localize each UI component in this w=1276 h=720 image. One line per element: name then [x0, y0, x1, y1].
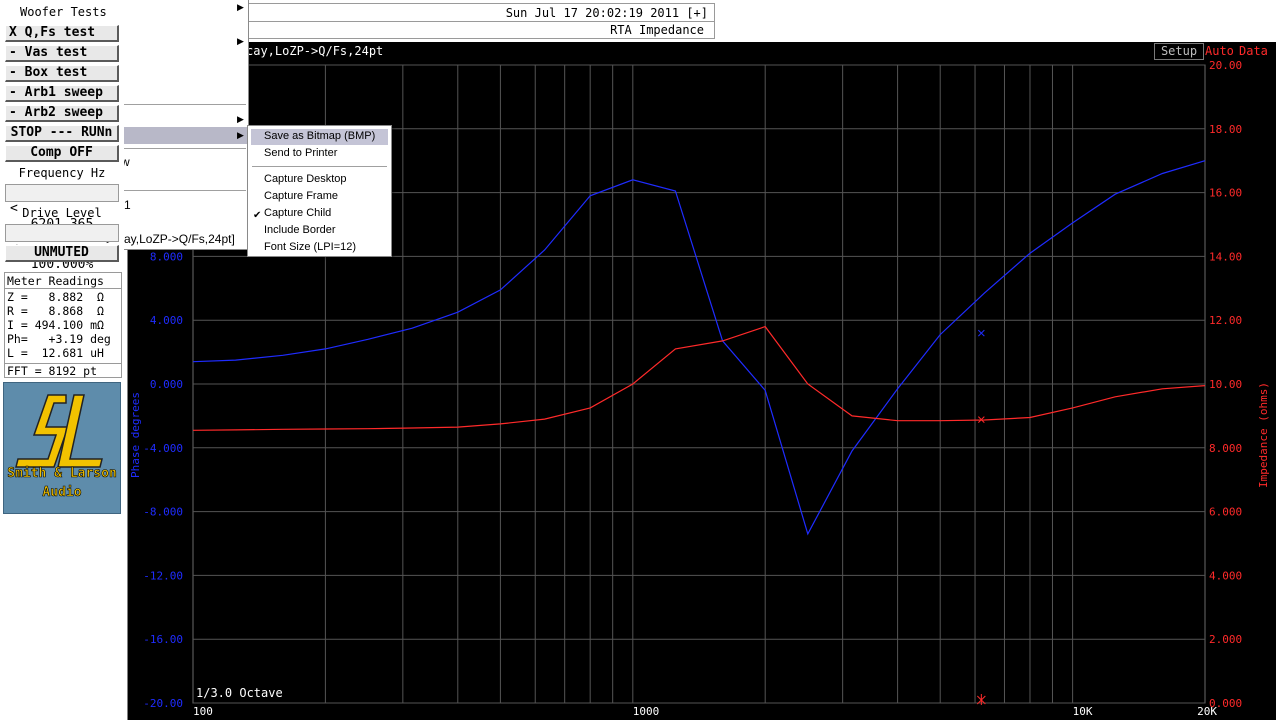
drive-level-control: < 100.000% >: [5, 224, 119, 288]
data-button[interactable]: Data: [1239, 44, 1268, 58]
y-left-tick-label: 0.000: [150, 378, 183, 391]
submenu-arrow-icon: ▶: [237, 114, 244, 124]
menu-item-send-to-printer[interactable]: Send to Printer: [264, 147, 337, 159]
sl-logo-icon: Smith & Larson Audio: [7, 394, 117, 500]
comp-toggle-button[interactable]: Comp OFF: [5, 145, 119, 162]
y-left-tick-label: 8.000: [150, 250, 183, 263]
meter-reading-l: L = 12.681 uH: [7, 346, 104, 360]
mode-title: RTA Impedance: [610, 23, 704, 37]
x-tick-label: 100: [193, 705, 213, 718]
y-right-tick-label: 8.000: [1209, 442, 1242, 455]
submenu-arrow-icon: ▶: [237, 2, 244, 12]
y-axis-left-label: Phase degrees: [129, 392, 142, 478]
menu-highlight: [118, 127, 248, 144]
y-right-tick-label: 10.00: [1209, 378, 1242, 391]
meter-reading-z: Z = 8.882 Ω: [7, 290, 104, 304]
menu-item-fragment[interactable]: cay,LoZP->Q/Fs,24pt]: [118, 232, 235, 246]
drive-level-label: Drive Level: [22, 206, 102, 220]
y-right-tick-label: 18.00: [1209, 123, 1242, 136]
menu-item-capture-desktop[interactable]: Capture Desktop: [264, 173, 347, 185]
y-right-tick-label: 6.000: [1209, 506, 1242, 519]
menu-item-fragment[interactable]: 1: [124, 198, 131, 212]
y-axis-right-label: Impedance (ohms): [1257, 382, 1270, 488]
meter-reading-i: I = 494.100 mΩ: [7, 318, 104, 332]
frequency-cursor-marker: [976, 694, 986, 705]
y-right-tick-label: 12.00: [1209, 314, 1242, 327]
checkmark-icon: ✔: [253, 210, 262, 221]
meter-readings-title: Meter Readings: [7, 274, 104, 288]
graph-header: cay,LoZP->Q/Fs,24pt Setup Auto Data: [127, 43, 1276, 60]
y-right-tick-label: 20.00: [1209, 60, 1242, 72]
stop-run-button[interactable]: STOP --- RUNn: [5, 125, 119, 142]
x-tick-label: 10K: [1073, 705, 1093, 718]
meter-readings: Meter Readings Z = 8.882 Ω R = 8.868 Ω I…: [4, 272, 122, 378]
status-header: Sun Jul 17 20:02:19 2011 [+] RTA Impedan…: [248, 3, 715, 39]
y-right-tick-label: 2.000: [1209, 633, 1242, 646]
menu-divider: [120, 104, 246, 105]
meter-reading-ph: Ph= +3.19 deg: [7, 332, 111, 346]
frequency-control: < 6201.365 >: [5, 184, 119, 248]
company-logo: Smith & Larson Audio: [3, 382, 121, 514]
logo-text-line1: Smith & Larson: [7, 466, 117, 481]
menu-divider: [120, 190, 246, 191]
mute-toggle-button[interactable]: UNMUTED: [5, 245, 119, 262]
header-row: Sun Jul 17 20:02:19 2011 [+]: [249, 4, 714, 22]
submenu-arrow-icon: ▶: [237, 130, 244, 140]
frequency-label: Frequency Hz: [18, 166, 106, 180]
vas-test-button[interactable]: - Vas test: [5, 45, 119, 62]
y-right-tick-label: 14.00: [1209, 250, 1242, 263]
datetime-text: Sun Jul 17 20:02:19 2011 [+]: [505, 6, 708, 20]
fft-size-text: FFT = 8192 pt: [7, 364, 98, 378]
octave-label: 1/3.0 Octave: [196, 686, 283, 700]
y-right-tick-label: 16.00: [1209, 187, 1242, 200]
y-left-tick-label: -4.000: [143, 442, 183, 455]
submenu-arrow-icon: ▶: [237, 36, 244, 46]
menu-item-capture-child[interactable]: Capture Child: [264, 207, 331, 219]
box-test-button[interactable]: - Box test: [5, 65, 119, 82]
menu-item-capture-frame[interactable]: Capture Frame: [264, 190, 338, 202]
arb1-sweep-button[interactable]: - Arb1 sweep: [5, 85, 119, 102]
y-left-tick-label: -12.00: [143, 569, 183, 582]
meter-reading-r: R = 8.868 Ω: [7, 304, 104, 318]
menu-item-include-border[interactable]: Include Border: [264, 224, 336, 236]
capture-submenu[interactable]: Save as Bitmap (BMP) Send to Printer Cap…: [247, 125, 392, 257]
y-left-tick-label: 4.000: [150, 314, 183, 327]
auto-button[interactable]: Auto: [1205, 44, 1234, 58]
series-line-impedance: [192, 325, 1206, 431]
qfs-test-button[interactable]: X Q,Fs test: [5, 25, 119, 42]
y-left-tick-label: -8.000: [143, 506, 183, 519]
y-left-tick-label: -20.00: [143, 697, 183, 710]
x-tick-label: 1000: [633, 705, 660, 718]
logo-text-line2: Audio: [42, 485, 81, 500]
menu-item-font-size[interactable]: Font Size (LPI=12): [264, 241, 356, 253]
arb2-sweep-button[interactable]: - Arb2 sweep: [5, 105, 119, 122]
graph-subtitle: cay,LoZP->Q/Fs,24pt: [246, 44, 384, 58]
y-left-tick-label: -16.00: [143, 633, 183, 646]
woofer-tests-title[interactable]: Woofer Tests: [5, 5, 119, 24]
marker-phase: [977, 329, 985, 337]
y-right-tick-label: 4.000: [1209, 569, 1242, 582]
meter-divider: [5, 288, 121, 289]
context-menu[interactable]: ▶ ▶ ▶ ▶ w 1 cay,LoZP->Q/Fs,24pt]: [118, 0, 249, 250]
setup-button[interactable]: Setup: [1154, 43, 1204, 60]
submenu-divider: [252, 166, 387, 167]
x-tick-label: 20K: [1197, 705, 1217, 718]
menu-divider: [120, 148, 246, 149]
menu-item-save-bitmap[interactable]: Save as Bitmap (BMP): [264, 130, 375, 142]
